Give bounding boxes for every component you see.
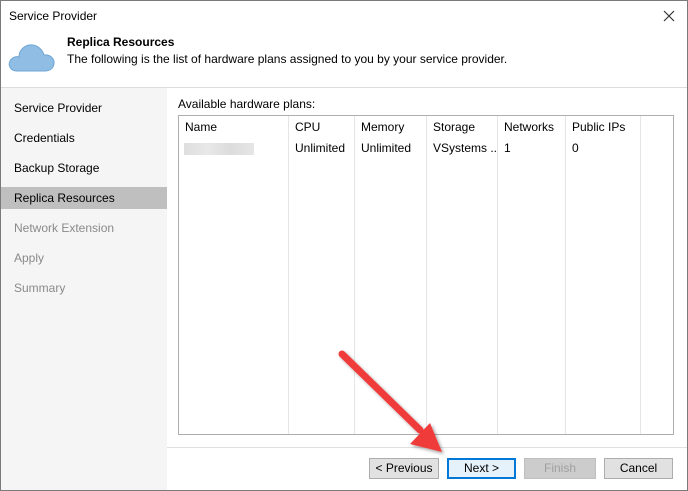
header-subtitle: The following is the list of hardware pl… [67, 52, 508, 66]
title-bar: Service Provider [1, 1, 687, 31]
cancel-button[interactable]: Cancel [604, 458, 673, 479]
column-divider [354, 138, 355, 434]
column-header-networks[interactable]: Networks [498, 116, 566, 138]
cell-public-ips: 0 [572, 141, 579, 155]
column-divider [565, 138, 566, 434]
footer-divider [167, 447, 687, 448]
column-divider [426, 138, 427, 434]
wizard-header: Replica Resources The following is the l… [1, 31, 687, 88]
header-title: Replica Resources [67, 35, 175, 49]
sidebar-item-apply: Apply [14, 251, 45, 265]
hardware-plans-label: Available hardware plans: [178, 97, 316, 111]
sidebar-item-credentials[interactable]: Credentials [1, 127, 167, 149]
wizard-window: Service Provider Replica Resources The f… [0, 0, 688, 491]
cell-networks: 1 [504, 141, 511, 155]
hardware-plans-table[interactable]: Name CPU Memory Storage Networks Public … [178, 115, 674, 435]
next-button[interactable]: Next > [447, 458, 516, 479]
cell-memory: Unlimited [361, 141, 412, 155]
sidebar-item-replica-resources[interactable]: Replica Resources [1, 187, 167, 209]
sidebar-item-network-extension: Network Extension [14, 221, 115, 235]
column-divider [497, 138, 498, 434]
wizard-steps-sidebar: Service Provider Credentials Backup Stor… [1, 88, 167, 490]
column-header-memory[interactable]: Memory [355, 116, 427, 138]
column-header-cpu[interactable]: CPU [289, 116, 355, 138]
window-title: Service Provider [9, 9, 98, 23]
cloud-icon [8, 44, 55, 72]
close-button[interactable] [657, 4, 681, 28]
column-header-name[interactable]: Name [179, 116, 289, 138]
sidebar-item-summary: Summary [14, 281, 66, 295]
main-panel: Available hardware plans: Name CPU Memor… [167, 88, 687, 490]
column-divider [640, 138, 641, 434]
cell-storage: VSystems ... [433, 141, 497, 155]
close-icon [663, 10, 675, 22]
previous-button[interactable]: < Previous [369, 458, 439, 479]
cell-cpu: Unlimited [295, 141, 346, 155]
sidebar-item-backup-storage[interactable]: Backup Storage [1, 157, 167, 179]
finish-button: Finish [524, 458, 596, 479]
redacted-plan-name [184, 143, 254, 155]
sidebar-item-service-provider[interactable]: Service Provider [1, 97, 167, 119]
column-header-public-ips[interactable]: Public IPs [566, 116, 641, 138]
column-divider [288, 138, 289, 434]
column-header-storage[interactable]: Storage [427, 116, 498, 138]
